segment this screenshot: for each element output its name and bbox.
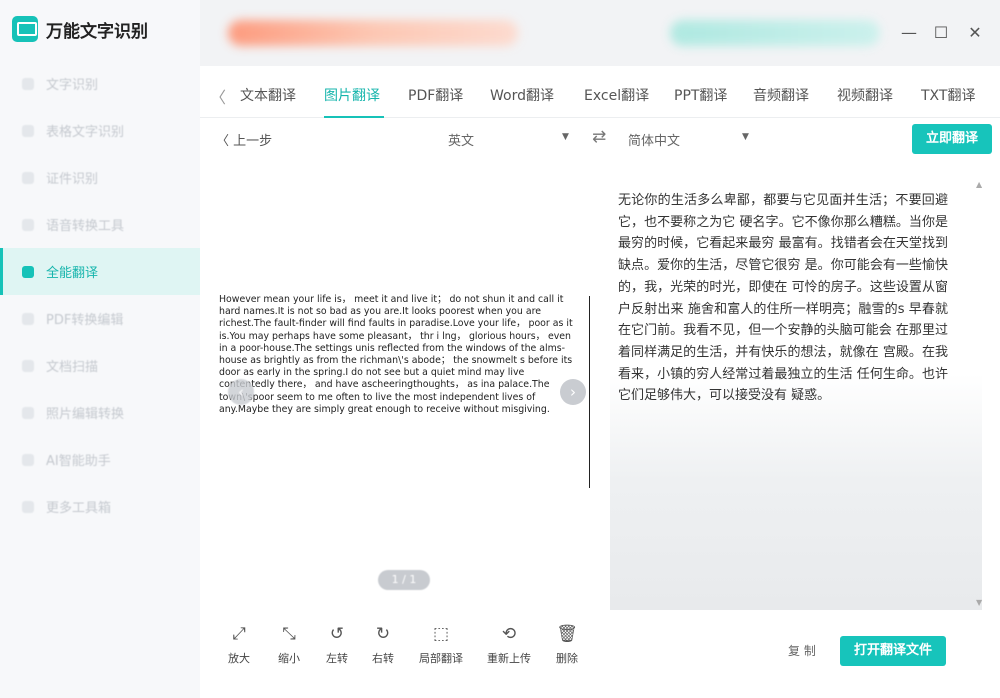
account-chip[interactable] [670,20,880,46]
translate-tabs: 〈 文本翻译 图片翻译 PDF翻译 Word翻译 Excel翻译 PPT翻译 音… [200,66,1000,118]
photo-icon [22,406,34,419]
translate-now-button[interactable]: 立即翻译 [912,124,992,154]
sidebar-item-scan[interactable]: 文档扫描 [0,342,200,389]
id-card-icon [22,171,34,184]
chevron-down-icon[interactable]: ▼ [742,132,749,142]
sidebar-item-label: 照片编辑转换 [46,407,125,422]
app-logo: 万能文字识别 [12,16,148,42]
scroll-up-icon[interactable]: ▲ [976,180,982,189]
refresh-icon: ⟲ [501,624,517,644]
expand-icon: ⤢ [232,624,246,644]
tab-txt-translate[interactable]: TXT翻译 [921,85,975,105]
tool-label: 局部翻译 [419,652,463,665]
minimize-button[interactable]: — [898,22,920,44]
rotate-left-button[interactable]: ↺ 左转 [312,622,362,666]
ai-icon [22,453,34,466]
language-bar: 〈 上一步 英文 ▼ ⇄ 简体中文 ▼ 立即翻译 [200,118,1000,160]
target-language-select[interactable]: 简体中文 [628,130,680,149]
preview-divider [589,296,590,488]
partial-translate-button[interactable]: ⬚ 局部翻译 [416,622,466,666]
tool-label: 重新上传 [487,652,531,665]
trash-icon: 🗑 [556,624,578,644]
copy-button[interactable]: 复 制 [788,642,816,659]
maximize-button[interactable]: ☐ [930,22,952,44]
table-icon [22,124,34,137]
sidebar-item-label: 表格文字识别 [46,125,125,140]
sidebar-item-voice-tool[interactable]: 语音转换工具 [0,201,200,248]
tool-label: 左转 [326,652,348,665]
delete-button[interactable]: 🗑 删除 [542,622,592,666]
sidebar-item-translate[interactable]: 全能翻译 [0,248,200,295]
sidebar-item-id-recognition[interactable]: 证件识别 [0,154,200,201]
sidebar-item-label: 文档扫描 [46,360,99,375]
scroll-down-icon[interactable]: ▼ [976,598,982,607]
sidebar-item-pdf[interactable]: PDF转换编辑 [0,295,200,342]
sidebar-item-label: AI智能助手 [46,454,111,469]
sidebar-item-label: 更多工具箱 [46,501,112,516]
translation-result: 无论你的生活多么卑鄙，都要与它见面并生活；不要回避它，也不要称之为它 硬名字。它… [610,180,982,610]
app-window: 万能文字识别 文字识别 表格文字识别 证件识别 语音转换工具 全能翻译 PDF转… [0,0,1000,698]
pdf-icon [22,312,34,325]
tab-audio-translate[interactable]: 音频翻译 [753,85,809,105]
translate-icon [22,265,34,278]
sidebar-item-more[interactable]: 更多工具箱 [0,483,200,530]
scanner-icon [12,16,38,42]
previous-step-button[interactable]: 〈 上一步 [216,130,272,149]
next-page-icon[interactable]: › [560,379,586,405]
tab-word-translate[interactable]: Word翻译 [490,85,554,105]
tab-video-translate[interactable]: 视频翻译 [837,85,893,105]
tab-pdf-translate[interactable]: PDF翻译 [408,85,463,105]
close-button[interactable]: ✕ [964,22,986,44]
sidebar-item-ai[interactable]: AI智能助手 [0,436,200,483]
chevron-down-icon[interactable]: ▼ [562,132,569,142]
sidebar-item-label: 语音转换工具 [46,219,125,234]
rotate-right-icon: ↻ [375,624,391,644]
sidebar: 万能文字识别 文字识别 表格文字识别 证件识别 语音转换工具 全能翻译 PDF转… [0,0,200,698]
open-translation-file-button[interactable]: 打开翻译文件 [840,636,946,666]
rotate-right-button[interactable]: ↻ 右转 [358,622,408,666]
sidebar-item-photo-edit[interactable]: 照片编辑转换 [0,389,200,436]
sidebar-item-label: 文字识别 [46,78,99,93]
shrink-icon: ⤡ [282,624,296,644]
sidebar-item-label: PDF转换编辑 [46,313,124,328]
tab-text-translate[interactable]: 文本翻译 [240,85,296,105]
source-language-select[interactable]: 英文 [448,130,474,149]
sidebar-item-text-recognition[interactable]: 文字识别 [0,60,200,107]
microphone-icon [22,218,34,231]
sidebar-item-label: 证件识别 [46,172,99,187]
tool-label: 放大 [228,652,250,665]
title-bar: — ☐ ✕ [200,0,1000,66]
scan-icon [22,359,34,372]
tab-ppt-translate[interactable]: PPT翻译 [674,85,727,105]
sidebar-item-table-recognition[interactable]: 表格文字识别 [0,107,200,154]
sidebar-nav: 文字识别 表格文字识别 证件识别 语音转换工具 全能翻译 PDF转换编辑 文档扫… [0,60,200,530]
tool-label: 缩小 [278,652,300,665]
promo-banner[interactable] [228,20,518,46]
sidebar-item-label: 全能翻译 [46,266,99,281]
app-title: 万能文字识别 [46,21,148,42]
swap-language-icon[interactable]: ⇄ [592,127,606,147]
zoom-out-button[interactable]: ⤡ 缩小 [264,622,314,666]
toolbox-icon [22,500,34,513]
zoom-in-button[interactable]: ⤢ 放大 [214,622,264,666]
tabs-scroll-left-icon[interactable]: 〈 [210,84,226,108]
source-image-text: However mean your life is， meet it and l… [219,294,573,415]
previous-page-icon[interactable]: ‹ [228,379,254,405]
text-icon [22,77,34,90]
crop-icon: ⬚ [432,624,450,644]
tab-image-translate[interactable]: 图片翻译 [324,85,380,105]
rotate-left-icon: ↺ [329,624,345,644]
tab-excel-translate[interactable]: Excel翻译 [584,85,649,105]
image-preview: However mean your life is， meet it and l… [212,166,592,608]
tool-label: 右转 [372,652,394,665]
page-indicator: 1 / 1 [378,570,430,590]
translated-text[interactable]: 无论你的生活多么卑鄙，都要与它见面并生活；不要回避它，也不要称之为它 硬名字。它… [618,190,948,407]
reupload-button[interactable]: ⟲ 重新上传 [484,622,534,666]
tool-label: 删除 [556,652,578,665]
